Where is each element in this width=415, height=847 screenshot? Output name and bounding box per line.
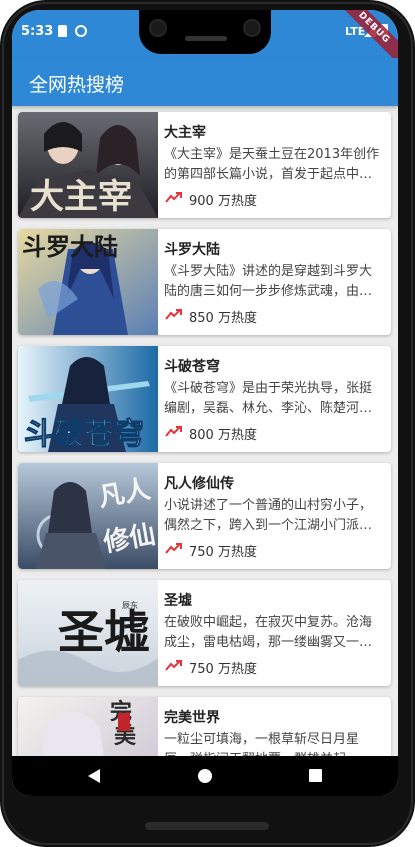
book-description: 《斗罗大陆》讲述的是穿越到斗罗大陆的唐三如何一步步修炼武魂，由人修炼成神。: [164, 264, 373, 299]
trending-up-icon: [165, 543, 182, 554]
home-circle-icon[interactable]: [198, 769, 212, 783]
book-description: 在破败中崛起，在寂灭中复苏。沧海成尘，雷电枯竭，那一缕幽雾又一次临近大地。: [164, 615, 373, 650]
book-list[interactable]: 大主宰 大主宰 《大主宰》是天蚕土豆在2013年创作的第四部长篇小说，首发于起点…: [12, 106, 398, 756]
book-card[interactable]: 斗破苍穹 斗破苍穹 《斗破苍穹》是由于荣光执导，张挺编剧，吴磊、林允、李沁、陈楚…: [18, 346, 391, 452]
recents-square-icon[interactable]: [309, 769, 322, 782]
front-camera-icon: [149, 19, 167, 37]
heat-count: 900 万热度: [189, 194, 257, 209]
book-description: 《斗破苍穹》是由于荣光执导，张挺编剧，吴磊、林允、李沁、陈楚河领衔主演。: [164, 381, 373, 416]
book-description: 《大主宰》是天蚕土豆在2013年创作的第四部长篇小说，首发于起点中文网。: [164, 147, 380, 182]
app-bar: 全网热搜榜: [12, 58, 398, 106]
book-card[interactable]: 斗罗大陆 斗罗大陆 《斗罗大陆》讲述的是穿越到斗罗大陆的唐三如何一步步修炼武魂，…: [18, 229, 391, 335]
book-cover: 圣墟 辰东: [18, 580, 158, 686]
bottom-speaker: [145, 822, 269, 830]
book-description: 一粒尘可填海，一根草斩尽日月星辰，弹指间天翻地覆。群雄并起，万族林立。: [164, 732, 372, 756]
book-card[interactable]: 圣墟 辰东 圣墟 在破败中崛起，在寂灭中复苏。沧海成尘，雷电枯竭，那一缕幽雾又一…: [18, 580, 391, 686]
book-title: 完美世界: [164, 710, 220, 726]
cover-title-art: 圣墟: [58, 605, 150, 659]
book-title: 斗罗大陆: [164, 242, 220, 258]
book-description: 小说讲述了一个普通的山村穷小子，偶然之下，跨入到一个江湖小门派，虽然资质平庸。: [164, 498, 373, 533]
cover-subtitle-art: 辰东: [122, 600, 138, 610]
book-title: 大主宰: [164, 125, 206, 141]
trending-up-icon: [165, 192, 182, 203]
book-cover: 完 美: [18, 697, 158, 756]
phone-frame: 5:33 LTE DEBUG 全网热搜榜 大主宰 大主宰 《大主宰》是天蚕土豆在…: [0, 0, 415, 847]
book-card[interactable]: 凡人 修仙 凡人修仙传 小说讲述了一个普通的山村穷小子，偶然之下，跨入到一个江湖…: [18, 463, 391, 569]
cover-title-art: 大主宰: [30, 177, 132, 217]
trending-up-icon: [165, 309, 182, 320]
cover-title-art: 斗罗大陆: [22, 232, 118, 261]
book-card[interactable]: 大主宰 大主宰 《大主宰》是天蚕土豆在2013年创作的第四部长篇小说，首发于起点…: [18, 112, 391, 218]
book-card[interactable]: 完 美 完美世界 一粒尘可填海，一根草斩尽日月星辰，弹指间天翻地覆。群雄并起，万…: [18, 697, 391, 756]
camera-notch: [139, 10, 271, 54]
system-nav-bar: [12, 756, 398, 796]
book-cover: 大主宰: [18, 112, 158, 218]
book-cover: 斗破苍穹: [18, 346, 158, 452]
front-sensor-icon: [243, 19, 261, 37]
trending-up-icon: [165, 426, 182, 437]
book-cover: 斗罗大陆: [18, 229, 158, 335]
sim-card-icon: [58, 25, 67, 37]
heat-count: 850 万热度: [189, 311, 257, 326]
book-title: 斗破苍穹: [164, 359, 220, 375]
trending-up-icon: [165, 660, 182, 671]
cover-title-art: 斗破苍穹: [24, 417, 144, 452]
earpiece-speaker: [185, 36, 227, 41]
book-title: 圣墟: [164, 593, 192, 609]
side-button: [410, 820, 415, 830]
book-title: 凡人修仙传: [164, 476, 234, 492]
screen: 5:33 LTE DEBUG 全网热搜榜 大主宰 大主宰 《大主宰》是天蚕土豆在…: [12, 10, 398, 796]
heat-count: 750 万热度: [189, 662, 257, 677]
book-cover: 凡人 修仙: [18, 463, 158, 569]
heat-count: 750 万热度: [189, 545, 257, 560]
back-triangle-icon[interactable]: [88, 769, 100, 783]
page-title: 全网热搜榜: [29, 74, 125, 96]
status-time: 5:33: [21, 24, 54, 39]
heat-count: 800 万热度: [189, 428, 257, 443]
sync-icon: [75, 25, 87, 37]
